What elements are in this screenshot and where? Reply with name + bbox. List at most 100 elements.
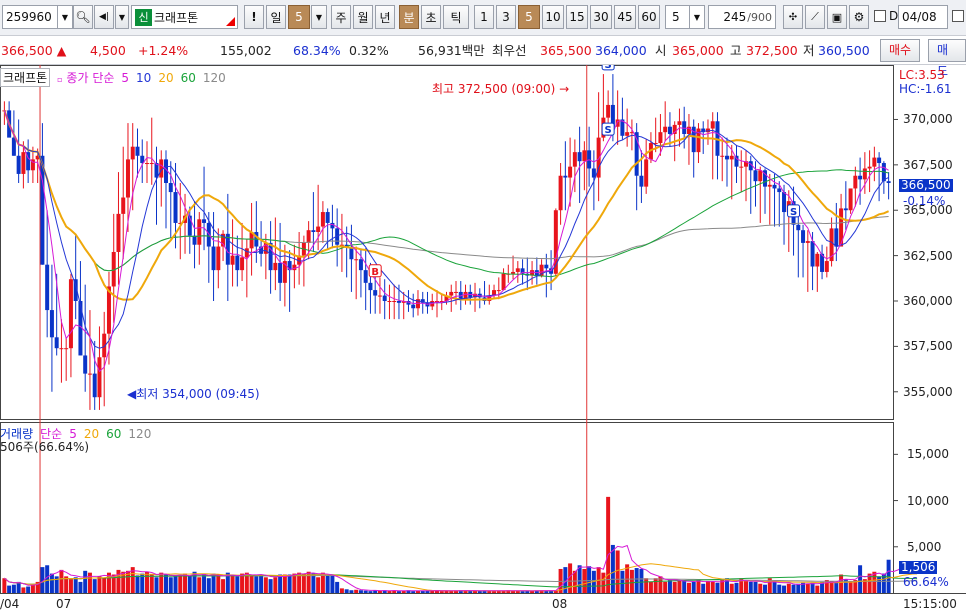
interval-1-button[interactable]: 1 <box>474 5 494 29</box>
volume-bar <box>648 581 653 593</box>
volume-bar <box>420 590 425 593</box>
candle-body <box>810 241 815 267</box>
interval-input[interactable]: 5 ▼ <box>665 5 705 29</box>
quote-change-pct: +1.24% <box>138 43 189 58</box>
volume-bar <box>763 584 768 593</box>
hc-label: HC:-1.61 <box>899 82 952 96</box>
volume-bar <box>444 590 449 593</box>
save-button[interactable]: ▣ <box>827 5 847 29</box>
chevron-down-icon[interactable]: ▼ <box>57 5 72 29</box>
stock-code-input[interactable]: 259960 ▼ <box>2 5 73 29</box>
period-tick-button[interactable]: 틱 <box>443 5 469 29</box>
candle-body <box>558 175 563 211</box>
period-day-button[interactable]: 일 <box>266 5 286 29</box>
interval-5-button[interactable]: 5 <box>518 5 540 29</box>
chevron-down-icon[interactable]: ▼ <box>689 5 704 29</box>
candle-body <box>824 261 829 272</box>
search-button[interactable]: 🔍︎ <box>73 5 93 29</box>
settings-button[interactable]: ⚙ <box>849 5 869 29</box>
candle-body <box>815 253 820 267</box>
candle-body <box>644 159 649 187</box>
date-input[interactable]: 04/08 <box>898 5 948 29</box>
candle-body <box>87 373 92 375</box>
period-second-button[interactable]: 초 <box>421 5 441 29</box>
price-legend-series-text: 종가 단순 <box>66 71 115 85</box>
trendline-button[interactable]: ⟋ <box>805 5 825 29</box>
candle-body <box>316 226 321 233</box>
candle-body <box>568 166 573 178</box>
volume-bar <box>701 583 706 593</box>
interval-3-button[interactable]: 3 <box>496 5 516 29</box>
volume-bar <box>97 576 102 593</box>
candle-body <box>320 212 325 227</box>
candle-body <box>130 146 135 160</box>
interval-45-button[interactable]: 45 <box>614 5 636 29</box>
candle-body <box>853 175 858 189</box>
volume-bar <box>335 581 340 593</box>
volume-bar <box>164 574 169 593</box>
volume-bar <box>634 568 639 593</box>
sell-button[interactable]: 매도 <box>928 39 966 78</box>
candle-body <box>11 137 16 156</box>
volume-bar <box>49 573 54 593</box>
quote-high: 372,500 <box>746 43 798 58</box>
candle-body <box>739 166 744 168</box>
price-volume-chart[interactable]: S S S B <box>0 65 966 614</box>
chart-area[interactable]: S S S B 크래프톤 ▫ 종가 단순 5 10 20 60 120 LC:3.53… <box>0 65 966 614</box>
period-minute-button[interactable]: 분 <box>399 5 419 29</box>
volume-bar <box>620 570 625 593</box>
buy-button[interactable]: 매수 <box>880 39 921 62</box>
period-month-button[interactable]: 월 <box>353 5 373 29</box>
period-dropdown[interactable]: ▼ <box>311 5 327 29</box>
date-prefix: D <box>889 9 899 23</box>
candle-body <box>306 230 311 243</box>
volume-bar <box>549 590 554 593</box>
volume-bar <box>791 584 796 593</box>
interval-15-button[interactable]: 15 <box>566 5 588 29</box>
alert-button[interactable]: ! <box>244 5 264 29</box>
candle-body <box>173 192 178 223</box>
chevron-down-icon: ▼ <box>118 12 126 22</box>
candle-body <box>724 155 729 160</box>
volume-bar <box>468 590 473 593</box>
volume-bar <box>78 581 83 593</box>
period-value-button[interactable]: 5 <box>288 5 310 29</box>
price-legend: 크래프톤 ▫ 종가 단순 5 10 20 60 120 <box>0 68 226 87</box>
interval-10-button[interactable]: 10 <box>542 5 564 29</box>
volume-legend-ma20: 20 <box>83 426 100 441</box>
count-input[interactable]: 245/900 <box>708 5 776 29</box>
stock-name-field[interactable]: 신 크래프톤 <box>131 5 238 29</box>
candle-body <box>54 337 59 349</box>
candle-body <box>382 295 387 301</box>
volume-bar <box>259 574 264 593</box>
price-legend-ma10: 10 <box>136 70 152 85</box>
volume-bar <box>368 591 373 593</box>
volume-bar <box>644 578 649 593</box>
candle-body <box>97 357 102 398</box>
candle-body <box>235 255 240 271</box>
candle-body <box>192 235 197 245</box>
volume-bar <box>601 572 606 593</box>
volume-bar <box>282 574 287 593</box>
price-legend-ma5: 5 <box>121 70 130 85</box>
date-checkbox[interactable] <box>874 10 886 22</box>
volume-bar <box>492 591 497 593</box>
interval-60-button[interactable]: 60 <box>638 5 660 29</box>
volume-bar <box>273 577 278 593</box>
arrow-left-icon: ◀ <box>127 387 137 401</box>
volume-bar <box>858 565 863 593</box>
x-axis-time: 15:15:00 <box>903 597 957 611</box>
history-dropdown[interactable]: ▼ <box>115 5 129 29</box>
option-checkbox[interactable] <box>952 10 964 22</box>
candle-body <box>368 282 373 291</box>
period-week-button[interactable]: 주 <box>331 5 351 29</box>
crosshair-button[interactable]: ✣ <box>783 5 803 29</box>
speaker-button[interactable]: ◀| <box>94 5 114 29</box>
trendline-icon: ⟋ <box>811 10 819 23</box>
chevron-down-icon: ▼ <box>315 12 323 22</box>
candle-body <box>710 121 715 129</box>
volume-legend-ma5: 5 <box>69 426 77 441</box>
interval-30-button[interactable]: 30 <box>590 5 612 29</box>
period-year-button[interactable]: 년 <box>375 5 395 29</box>
speaker-icon: ◀| <box>99 12 109 22</box>
